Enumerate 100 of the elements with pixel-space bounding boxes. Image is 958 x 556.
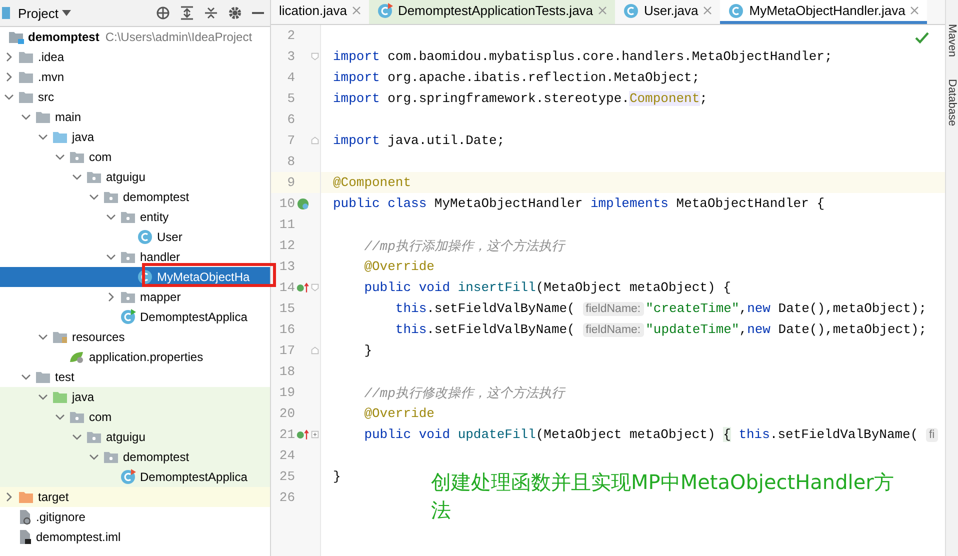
file-icon xyxy=(18,509,32,525)
editor-tab[interactable]: lication.java xyxy=(271,0,369,24)
close-icon[interactable] xyxy=(703,6,712,15)
tree-item[interactable]: com xyxy=(0,407,270,427)
tree-item[interactable]: demomptest xyxy=(0,447,270,467)
expand-all-icon[interactable] xyxy=(180,6,194,20)
code-line: @Override xyxy=(363,259,434,274)
folder-icon xyxy=(18,50,34,64)
line-number: 24 xyxy=(278,448,295,463)
tree-item[interactable]: handler xyxy=(0,247,270,267)
line-number: 8 xyxy=(286,154,295,169)
close-icon[interactable] xyxy=(910,6,920,15)
tree-item[interactable]: .gitignore xyxy=(0,507,270,527)
close-icon[interactable] xyxy=(598,6,608,15)
item-label: .gitignore xyxy=(36,510,86,524)
tree-item[interactable]: java xyxy=(0,127,270,147)
line-number: 16 xyxy=(278,322,295,337)
folder-icon xyxy=(52,130,68,144)
code-line: } xyxy=(363,343,372,358)
check-icon xyxy=(915,32,929,44)
line-number: 26 xyxy=(278,490,295,505)
item-label: mapper xyxy=(140,290,181,304)
tree-item[interactable]: .mvn xyxy=(0,67,270,87)
item-label: MyMetaObjectHa xyxy=(157,270,250,284)
minimize-icon[interactable] xyxy=(252,11,264,15)
item-label: atguigu xyxy=(106,170,146,184)
line-number: 18 xyxy=(278,364,295,379)
bean-icon[interactable] xyxy=(297,198,309,210)
folder-icon xyxy=(18,490,34,504)
code-line: } xyxy=(333,469,341,484)
item-label: User xyxy=(157,230,182,244)
code-line: import com.baomidou.mybatisplus.core.handlers.MetaObjectHandler; xyxy=(333,49,832,64)
tree-item[interactable]: src xyxy=(0,87,270,107)
project-view-dropdown[interactable]: Project xyxy=(16,6,74,20)
tree-item[interactable]: atguigu xyxy=(0,167,270,187)
line-number: 13 xyxy=(278,259,295,274)
class-icon xyxy=(137,269,153,285)
tree-item[interactable]: test xyxy=(0,367,270,387)
line-number: 25 xyxy=(278,469,295,484)
package-icon xyxy=(86,430,102,444)
package-icon xyxy=(69,150,85,164)
class-icon xyxy=(728,2,744,18)
package-icon xyxy=(120,250,136,264)
item-label: demomptest.iml xyxy=(36,530,121,544)
tab-label: lication.java xyxy=(279,3,347,18)
line-number: 21 xyxy=(278,427,295,442)
tree-item[interactable]: DemomptestApplica xyxy=(0,467,270,487)
tree-item[interactable]: atguigu xyxy=(0,427,270,447)
class-icon xyxy=(137,229,153,245)
item-label: com xyxy=(89,150,112,164)
item-label: DemomptestApplica xyxy=(140,310,248,324)
implements-icon[interactable] xyxy=(296,428,310,440)
item-label: src xyxy=(38,90,54,104)
tree-item[interactable]: target xyxy=(0,487,270,507)
tree-item[interactable]: com xyxy=(0,147,270,167)
tree-item[interactable]: demomptest C:\Users\admin\IdeaProject xyxy=(0,27,270,47)
item-label: demomptest xyxy=(123,450,190,464)
editor-tab[interactable]: User.java xyxy=(615,0,720,24)
tool-window-button[interactable]: Database xyxy=(946,79,958,126)
tool-window-button[interactable]: Maven xyxy=(946,24,958,58)
line-number: 10 xyxy=(278,196,295,211)
settings-icon[interactable] xyxy=(228,6,242,20)
tree-item[interactable]: User xyxy=(0,227,270,247)
package-icon xyxy=(86,170,102,184)
tab-label: MyMetaObjectHandler.java xyxy=(749,3,906,18)
folder-icon xyxy=(18,70,34,84)
item-label: com xyxy=(89,410,112,424)
tree-item[interactable]: mapper xyxy=(0,287,270,307)
leaf-icon xyxy=(69,350,85,364)
tree-item[interactable]: main xyxy=(0,107,270,127)
implements-icon[interactable] xyxy=(296,282,310,294)
editor-tab[interactable]: MyMetaObjectHandler.java xyxy=(720,0,928,24)
tree-item[interactable]: entity xyxy=(0,207,270,227)
item-label: java xyxy=(72,130,94,144)
code-line: this.setFieldValByName( fieldName: "updateTime",new Date(),metaObject); xyxy=(394,322,926,337)
tree-item[interactable]: java xyxy=(0,387,270,407)
class-icon xyxy=(376,2,393,18)
item-label: main xyxy=(55,110,82,124)
item-label: java xyxy=(72,390,94,404)
tree-item[interactable]: .idea xyxy=(0,47,270,67)
tree-item[interactable]: resources xyxy=(0,327,270,347)
class-icon xyxy=(120,309,136,325)
item-label: demomptest xyxy=(28,30,100,44)
code-line: this.setFieldValByName( fieldName: "createTime",new Date(),metaObject); xyxy=(394,301,926,316)
crosshair-icon[interactable] xyxy=(156,6,170,20)
item-label: test xyxy=(55,370,74,384)
fold-plus-icon[interactable] xyxy=(311,430,319,439)
collapse-all-icon[interactable] xyxy=(204,6,218,20)
folder-icon xyxy=(52,390,68,404)
close-icon[interactable] xyxy=(352,6,361,15)
tree-item[interactable]: DemomptestApplica xyxy=(0,307,270,327)
item-label: handler xyxy=(140,250,180,264)
tree-item[interactable]: demomptest xyxy=(0,187,270,207)
tree-item[interactable]: MyMetaObjectHa xyxy=(0,267,270,287)
line-number: 14 xyxy=(278,280,295,295)
line-number: 6 xyxy=(286,112,295,127)
editor-tab[interactable]: DemomptestApplicationTests.java xyxy=(368,0,616,24)
tree-item[interactable]: demomptest.iml xyxy=(0,527,270,547)
class-icon xyxy=(120,469,136,485)
tree-item[interactable]: application.properties xyxy=(0,347,270,367)
